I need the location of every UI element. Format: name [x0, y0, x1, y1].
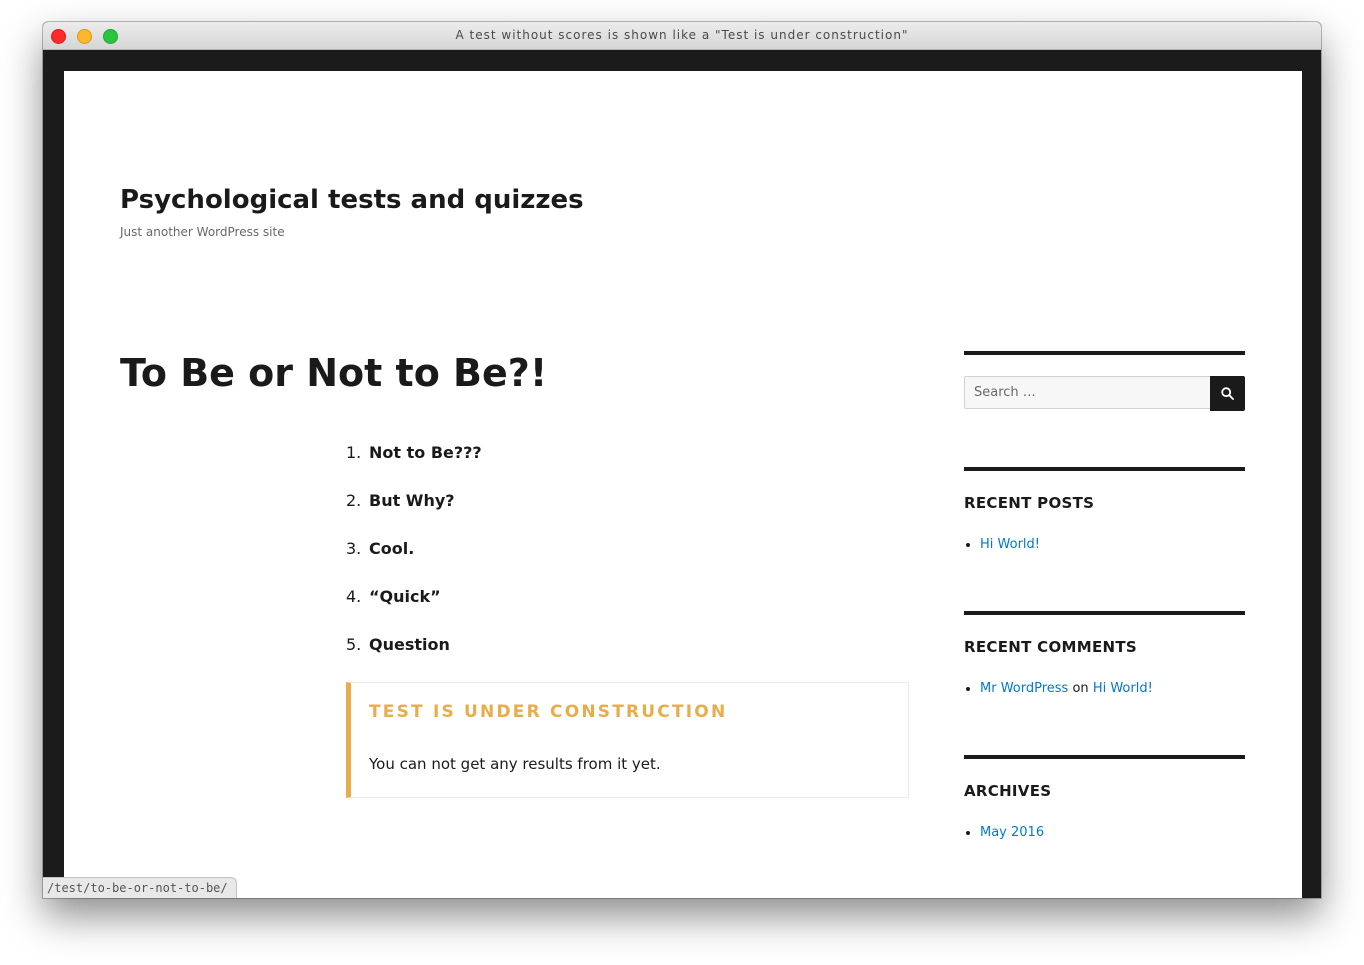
search-input[interactable]	[964, 376, 1210, 409]
question-item: 1. Not to Be???	[346, 443, 482, 491]
recent-posts-widget: RECENT POSTS Hi World!	[964, 467, 1245, 561]
comment-post-link[interactable]: Hi World!	[1093, 681, 1153, 696]
question-text: Cool.	[369, 539, 415, 558]
question-text: But Why?	[369, 491, 455, 510]
recent-comments-title: RECENT COMMENTS	[964, 638, 1138, 656]
question-list: 1. Not to Be??? 2. But Why? 3. Cool. 4. “Qui…	[346, 443, 482, 683]
title-bar: A test without scores is shown like a "T…	[43, 22, 1321, 50]
status-bar-url: /test/to-be-or-not-to-be/	[43, 877, 237, 898]
search-widget	[964, 351, 1245, 425]
search-icon	[1221, 387, 1234, 400]
site-description: Just another WordPress site	[120, 225, 285, 239]
comment-author-link[interactable]: Mr WordPress	[980, 681, 1068, 696]
site-title[interactable]: Psychological tests and quizzes	[120, 185, 584, 215]
browser-window: A test without scores is shown like a "T…	[43, 22, 1321, 898]
recent-comments-widget: RECENT COMMENTS Mr WordPress on Hi World…	[964, 611, 1245, 705]
archives-widget: ARCHIVES May 2016	[964, 755, 1245, 849]
under-construction-notice: TEST IS UNDER CONSTRUCTION You can not g…	[346, 682, 909, 798]
list-item: Mr WordPress on Hi World!	[980, 681, 1153, 696]
list-item: May 2016	[980, 825, 1044, 840]
recent-comments-list: Mr WordPress on Hi World!	[964, 681, 1153, 696]
recent-post-link[interactable]: Hi World!	[980, 537, 1040, 552]
question-item: 3. Cool.	[346, 539, 482, 587]
archive-link[interactable]: May 2016	[980, 825, 1044, 840]
list-item: Hi World!	[980, 537, 1040, 552]
entry-title: To Be or Not to Be?!	[120, 351, 548, 395]
recent-posts-list: Hi World!	[964, 537, 1040, 552]
notice-text: You can not get any results from it yet.	[369, 755, 661, 773]
question-item: 2. But Why?	[346, 491, 482, 539]
page-content: Psychological tests and quizzes Just ano…	[64, 71, 1302, 898]
question-number: 2.	[346, 491, 362, 510]
archives-title: ARCHIVES	[964, 782, 1052, 800]
window-title: A test without scores is shown like a "T…	[455, 28, 909, 42]
question-text: Question	[369, 635, 450, 654]
question-text: Not to Be???	[369, 443, 482, 462]
question-item: 4. “Quick”	[346, 587, 482, 635]
question-number: 5.	[346, 635, 362, 654]
archives-list: May 2016	[964, 825, 1044, 840]
question-number: 1.	[346, 443, 362, 462]
recent-posts-title: RECENT POSTS	[964, 494, 1095, 512]
comment-connector: on	[1072, 681, 1089, 696]
question-item: 5. Question	[346, 635, 482, 683]
search-button[interactable]	[1210, 376, 1245, 411]
notice-title: TEST IS UNDER CONSTRUCTION	[369, 702, 728, 722]
question-number: 3.	[346, 539, 362, 558]
question-number: 4.	[346, 587, 362, 606]
question-text: “Quick”	[369, 587, 441, 606]
